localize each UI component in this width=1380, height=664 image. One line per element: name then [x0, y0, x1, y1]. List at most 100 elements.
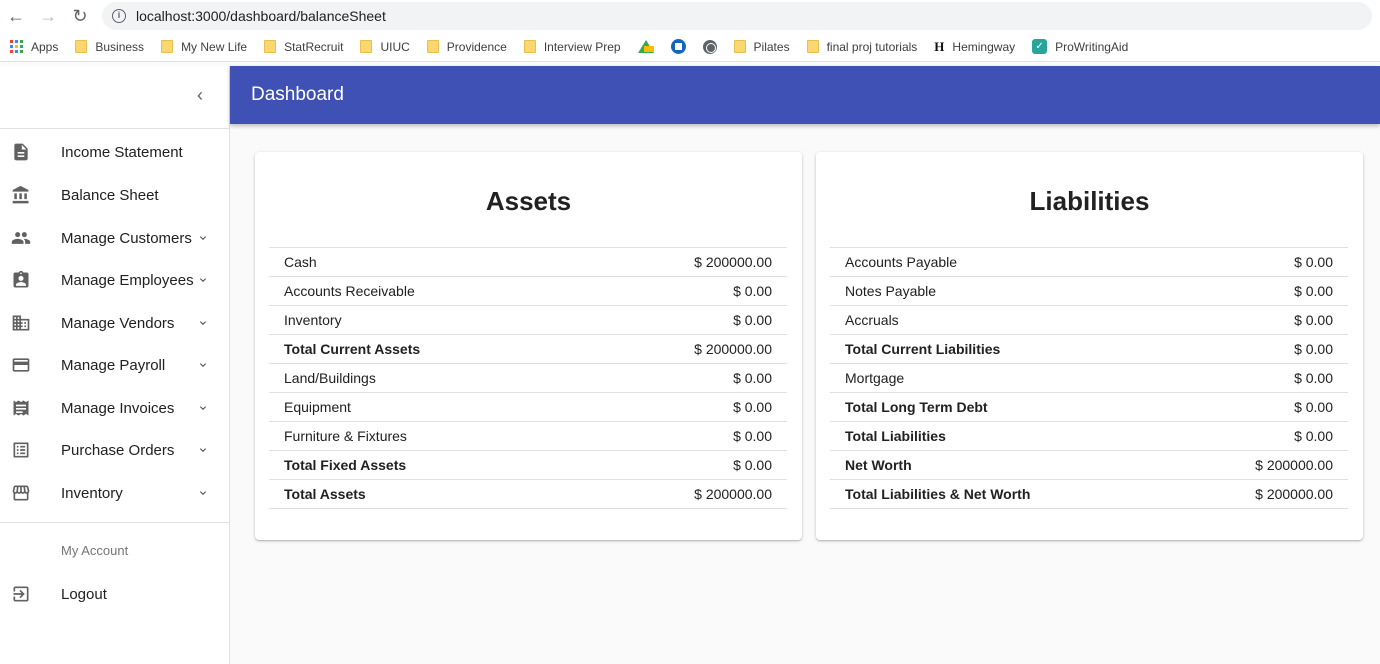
- row-value: $ 0.00: [733, 312, 772, 328]
- folder-icon: [161, 40, 174, 53]
- bookmark-label: ProWritingAid: [1055, 39, 1129, 54]
- sidebar-item-label: Manage Employees: [61, 271, 194, 289]
- bookmark-final-proj-tutorials[interactable]: final proj tutorials: [806, 39, 918, 54]
- sidebar-item-inventory[interactable]: Inventory: [0, 473, 229, 513]
- bookmark-statrecruit[interactable]: StatRecruit: [264, 40, 343, 54]
- row-label: Land/Buildings: [284, 370, 376, 386]
- sidebar-item-manage-invoices[interactable]: Manage Invoices: [0, 388, 229, 428]
- bookmark-uiuc[interactable]: UIUC: [360, 40, 410, 54]
- sidebar-item-label: Income Statement: [61, 143, 183, 161]
- assets-title: Assets: [485, 186, 572, 216]
- bookmark-globe[interactable]: [702, 39, 717, 54]
- bookmark-google-drive[interactable]: [637, 40, 654, 53]
- document-icon: [14, 143, 28, 161]
- table-row: Furniture & Fixtures $ 0.00: [269, 422, 787, 451]
- prowritingaid-icon: ✓: [1032, 39, 1048, 54]
- row-value: $ 0.00: [733, 428, 772, 444]
- forward-arrow-icon[interactable]: →: [32, 0, 64, 32]
- apps-grid-icon: [10, 40, 23, 53]
- table-row: Cash $ 200000.00: [269, 248, 787, 277]
- sidebar-item-income-statement[interactable]: Income Statement: [0, 132, 229, 172]
- row-label: Total Assets: [284, 486, 366, 502]
- address-bar[interactable]: i localhost:3000/dashboard/balanceSheet: [102, 2, 1372, 30]
- row-value: $ 200000.00: [694, 254, 772, 270]
- receipt-icon: [13, 400, 29, 416]
- bookmark-pilates[interactable]: Pilates: [733, 40, 790, 54]
- sidebar-item-label: Purchase Orders: [61, 441, 175, 459]
- sidebar-item-manage-payroll[interactable]: Manage Payroll: [0, 345, 229, 385]
- url-text[interactable]: localhost:3000/dashboard/balanceSheet: [136, 8, 386, 24]
- row-label: Total Long Term Debt: [845, 399, 988, 415]
- assets-card: Assets Cash $ 200000.00 Accounts Receivab…: [255, 152, 802, 540]
- table-row: Inventory $ 0.00: [269, 306, 787, 335]
- row-label: Accounts Receivable: [284, 283, 415, 299]
- bookmarks-bar: Apps Business My New Life StatRecruit UI…: [0, 32, 1380, 62]
- chevron-down-icon[interactable]: [197, 317, 209, 329]
- table-row: Accounts Receivable $ 0.00: [269, 277, 787, 306]
- sidebar-item-manage-vendors[interactable]: Manage Vendors: [0, 303, 229, 343]
- chevron-down-icon[interactable]: [197, 359, 209, 371]
- browser-toolbar: ← → ↻ i localhost:3000/dashboard/balance…: [0, 0, 1380, 32]
- row-label: Mortgage: [845, 370, 905, 386]
- reload-icon[interactable]: ↻: [64, 0, 96, 32]
- sidebar-item-label: Manage Vendors: [61, 314, 175, 332]
- page-title: Dashboard: [251, 84, 344, 105]
- divider: [0, 522, 229, 523]
- bookmark-interview-prep[interactable]: Interview Prep: [523, 40, 621, 54]
- sidebar-item-label: Manage Payroll: [61, 356, 166, 374]
- folder-icon: [75, 40, 88, 53]
- table-row: Total Fixed Assets $ 0.00: [269, 451, 787, 480]
- row-label: Total Current Assets: [284, 341, 421, 357]
- sidebar-item-label: Manage Invoices: [61, 399, 175, 417]
- row-value: $ 0.00: [1294, 283, 1333, 299]
- chevron-down-icon[interactable]: [197, 402, 209, 414]
- row-value: $ 0.00: [733, 370, 772, 386]
- chevron-down-icon[interactable]: [197, 232, 209, 244]
- bookmark-label: Hemingway: [952, 39, 1016, 54]
- account-subheader: My Account: [61, 543, 129, 558]
- chevron-down-icon[interactable]: [197, 274, 209, 286]
- back-arrow-icon[interactable]: ←: [0, 0, 32, 32]
- google-drive-icon: [637, 40, 654, 53]
- business-icon: [12, 315, 30, 331]
- row-value: $ 0.00: [1294, 428, 1333, 444]
- chevron-down-icon[interactable]: [197, 444, 209, 456]
- sidebar-item-balance-sheet[interactable]: Balance Sheet: [0, 175, 229, 215]
- badge-icon: [13, 270, 29, 288]
- sidebar-item-purchase-orders[interactable]: Purchase Orders: [0, 430, 229, 470]
- sidebar-item-label: Inventory: [61, 484, 123, 502]
- bank-icon: [12, 185, 29, 204]
- folder-icon: [360, 40, 373, 53]
- table-row: Equipment $ 0.00: [269, 393, 787, 422]
- bookmark-apps[interactable]: Apps: [10, 40, 58, 54]
- row-value: $ 200000.00: [1255, 457, 1333, 473]
- globe-icon: [702, 39, 717, 54]
- bookmark-hemingway[interactable]: H Hemingway: [934, 39, 1015, 55]
- bookmark-label: final proj tutorials: [826, 39, 918, 54]
- folder-icon: [733, 40, 746, 53]
- row-value: $ 200000.00: [694, 486, 772, 502]
- row-value: $ 0.00: [1294, 341, 1333, 357]
- sidebar-item-manage-employees[interactable]: Manage Employees: [0, 260, 229, 300]
- chevron-left-icon[interactable]: ‹: [190, 84, 210, 106]
- sidebar-item-manage-customers[interactable]: Manage Customers: [0, 218, 229, 258]
- row-value: $ 0.00: [733, 283, 772, 299]
- bookmark-my-new-life[interactable]: My New Life: [161, 40, 247, 54]
- chevron-down-icon[interactable]: [197, 487, 209, 499]
- bookmark-chase[interactable]: [670, 39, 686, 54]
- row-label: Cash: [284, 254, 317, 270]
- bookmark-label: Providence: [446, 39, 507, 54]
- row-value: $ 0.00: [1294, 312, 1333, 328]
- folder-icon: [426, 40, 439, 53]
- bookmark-business[interactable]: Business: [75, 40, 144, 54]
- store-icon: [12, 485, 30, 501]
- row-label: Accounts Payable: [845, 254, 958, 270]
- row-label: Furniture & Fixtures: [284, 428, 407, 444]
- logout-button[interactable]: Logout: [0, 574, 229, 614]
- table-row: Net Worth $ 200000.00: [830, 451, 1348, 480]
- info-icon[interactable]: i: [112, 9, 126, 23]
- bookmark-prowritingaid[interactable]: ✓ ProWritingAid: [1032, 39, 1128, 54]
- bookmark-providence[interactable]: Providence: [426, 39, 507, 54]
- table-row: Land/Buildings $ 0.00: [269, 364, 787, 393]
- table-row: Total Long Term Debt $ 0.00: [830, 393, 1348, 422]
